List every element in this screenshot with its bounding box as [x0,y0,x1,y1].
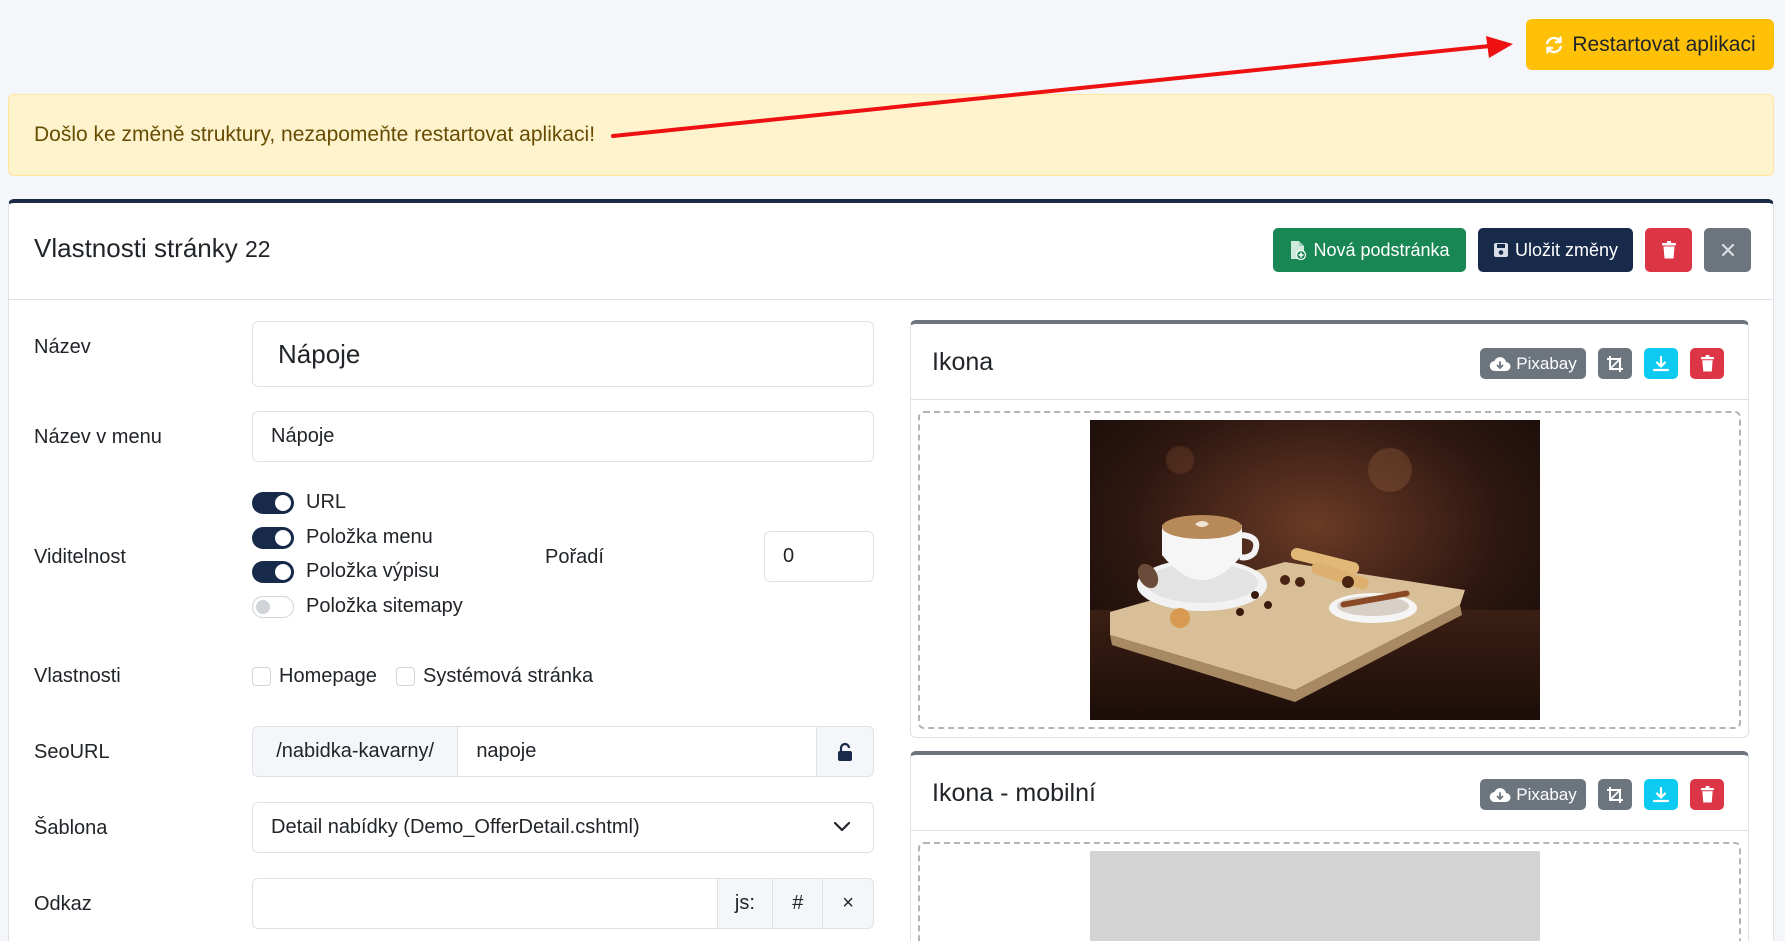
menu-name-label: Název v menu [34,426,162,448]
save-changes-label: Uložit změny [1514,239,1619,260]
link-input-group: js: # × [252,878,874,929]
chevron-down-icon [833,821,851,832]
new-subpage-label: Nová podstránka [1313,239,1450,260]
crop-icon [1607,355,1623,372]
close-button[interactable] [1704,228,1751,272]
template-select-value: Detail nabídky (Demo_OfferDetail.cshtml) [271,816,640,838]
page-id: 22 [244,236,271,262]
icon-mobile-delete-button[interactable] [1690,779,1724,810]
icon-pixabay-button[interactable]: Pixabay [1480,348,1586,379]
link-input[interactable] [253,879,718,928]
order-input[interactable]: 0 [764,531,874,582]
system-page-checkbox-row[interactable]: Systémová stránka [396,665,593,688]
crop-icon [1607,786,1623,803]
homepage-checkbox-label: Homepage [279,665,377,687]
icon-mobile-panel-header: Ikona - mobilní Pixabay [911,755,1748,831]
icon-mobile-crop-button[interactable] [1598,779,1632,810]
lock-icon [838,742,853,761]
cloud-download-icon [1489,787,1511,802]
restart-app-button[interactable]: Restartovat aplikaci [1526,19,1774,70]
switch-list-item[interactable]: Položka výpisu [252,560,439,583]
visibility-label: Viditelnost [34,546,126,568]
icon-delete-button[interactable] [1690,348,1724,379]
download-icon [1652,786,1670,802]
icon-mobile-image-placeholder [1090,851,1540,941]
refresh-icon [1546,35,1563,54]
system-page-checkbox-label: Systémová stránka [423,665,594,687]
seourl-prefix: /nabidka-kavarny/ [253,727,459,776]
trash-icon [1700,355,1714,372]
url-toggle[interactable] [252,491,294,514]
menu-name-input[interactable]: Nápoje [252,411,874,462]
icon-mobile-pixabay-label: Pixabay [1516,784,1577,804]
file-add-icon [1291,241,1307,260]
icon-mobile-download-button[interactable] [1644,779,1678,810]
menu-item-toggle-label: Položka menu [306,526,433,548]
structure-change-alert: Došlo ke změně struktury, nezapomeňte re… [8,94,1774,176]
icon-panel-title: Ikona [932,348,994,376]
icon-dropzone[interactable] [918,411,1741,729]
link-anchor-button[interactable]: # [773,879,824,928]
sitemap-item-toggle[interactable] [252,595,294,618]
url-toggle-label: URL [306,491,347,513]
menu-item-toggle[interactable] [252,526,294,549]
icon-mobile-dropzone[interactable] [918,842,1741,941]
new-subpage-button[interactable]: Nová podstránka [1273,228,1466,272]
icon-image [1090,420,1540,720]
icon-panel: Ikona Pixabay [910,320,1749,738]
seourl-lock-button[interactable] [817,727,873,776]
switch-url[interactable]: URL [252,491,346,514]
alert-message: Došlo ke změně struktury, nezapomeňte re… [34,123,596,146]
icon-mobile-panel: Ikona - mobilní Pixabay [910,751,1749,941]
seourl-input-group: /nabidka-kavarny/ napoje [252,726,874,777]
list-item-toggle-label: Položka výpisu [306,560,440,582]
template-label: Šablona [34,817,108,839]
order-label: Pořadí [545,546,604,568]
name-label: Název [34,336,91,358]
seourl-label: SeoURL [34,741,110,763]
list-item-toggle[interactable] [252,560,294,583]
system-page-checkbox[interactable] [396,667,415,686]
link-clear-button[interactable]: × [823,879,873,928]
download-icon [1652,355,1670,371]
icon-download-button[interactable] [1644,348,1678,379]
page-title-text: Vlastnosti stránky [34,233,238,263]
cloud-download-icon [1489,356,1511,371]
name-input[interactable]: Nápoje [252,321,874,387]
save-icon [1493,243,1508,257]
page-title: Vlastnosti stránky 22 [34,233,271,264]
seourl-input[interactable]: napoje [458,727,818,776]
switch-sitemap-item[interactable]: Položka sitemapy [252,595,463,618]
properties-label: Vlastnosti [34,665,121,687]
link-label: Odkaz [34,893,92,915]
restart-app-label: Restartovat aplikaci [1572,32,1756,56]
template-select[interactable]: Detail nabídky (Demo_OfferDetail.cshtml) [252,802,874,853]
card-header: Vlastnosti stránky 22 Nová podstránka Ul… [9,203,1773,300]
save-changes-button[interactable]: Uložit změny [1478,228,1633,272]
icon-pixabay-label: Pixabay [1516,353,1577,373]
top-bar: Restartovat aplikaci [0,0,1785,80]
delete-page-button[interactable] [1645,228,1692,272]
homepage-checkbox-row[interactable]: Homepage [252,665,377,688]
icon-mobile-panel-title: Ikona - mobilní [932,779,1096,807]
link-js-button[interactable]: js: [717,879,774,928]
trash-icon [1700,786,1714,803]
homepage-checkbox[interactable] [252,667,271,686]
sitemap-item-toggle-label: Položka sitemapy [306,595,463,617]
switch-menu-item[interactable]: Položka menu [252,526,433,549]
icon-mobile-pixabay-button[interactable]: Pixabay [1480,779,1586,810]
trash-icon [1661,241,1676,259]
icon-panel-header: Ikona Pixabay [911,324,1748,400]
icon-crop-button[interactable] [1598,348,1632,379]
close-icon [1721,243,1734,257]
